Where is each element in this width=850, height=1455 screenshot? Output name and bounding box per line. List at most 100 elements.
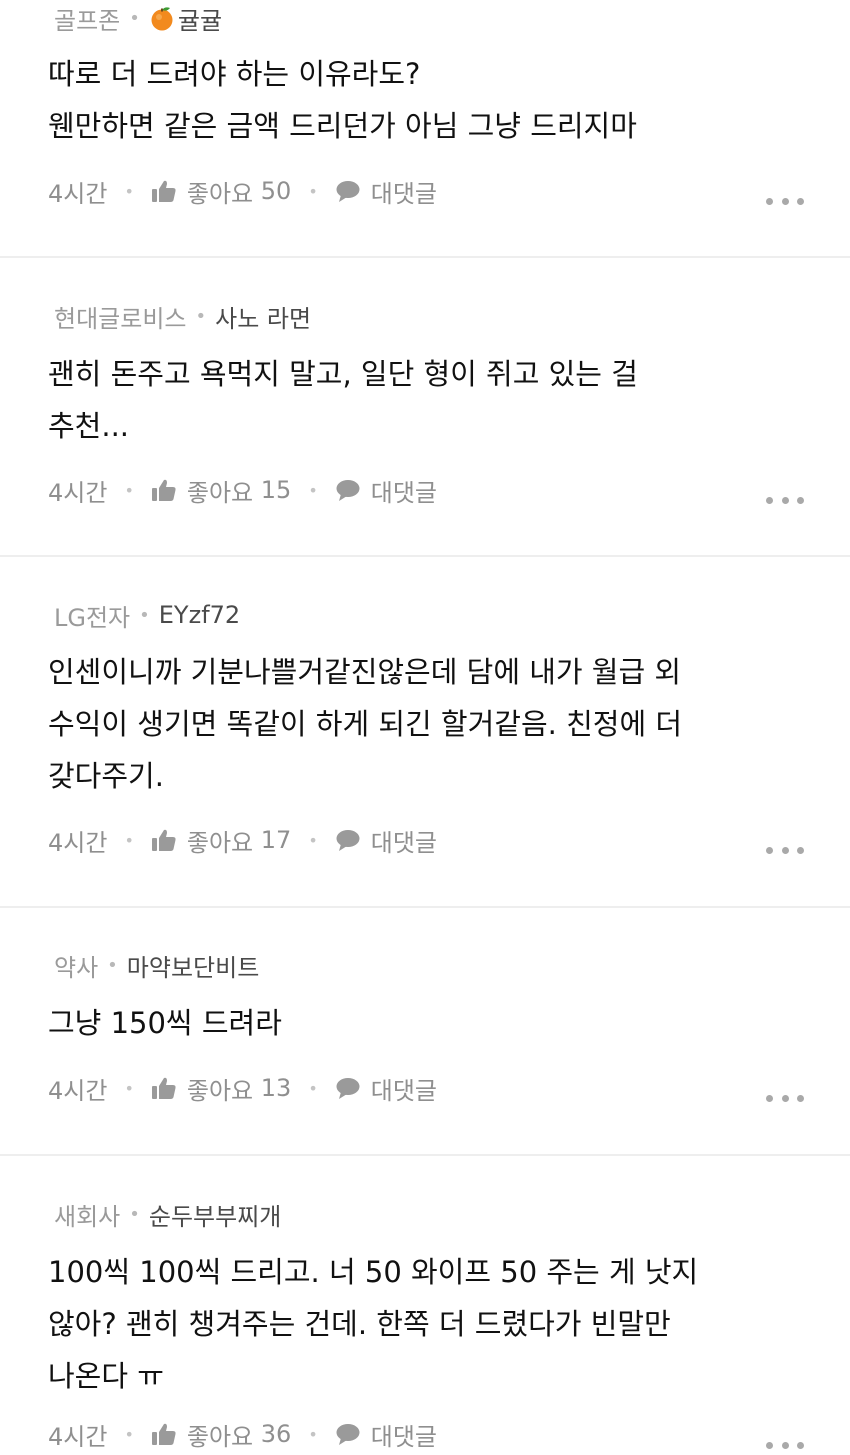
company-name: 새회사: [54, 1202, 121, 1231]
like-button[interactable]: 좋아요 36: [151, 1417, 291, 1452]
reply-button[interactable]: 대댓글: [335, 174, 437, 209]
comment-meta: 새회사 • 순두부부찌개: [54, 1196, 281, 1232]
comment-meta: 현대글로비스 • 사노 라면: [54, 298, 311, 334]
meta-separator: •: [195, 305, 207, 327]
action-separator: •: [308, 1078, 318, 1098]
action-separator: •: [124, 1424, 134, 1444]
comment-actions: 4시간 • 좋아요 17 • 대댓글: [48, 820, 437, 860]
company-name: 골프존: [54, 6, 121, 35]
reply-label: 대댓글: [370, 478, 437, 507]
comment-body: 따로 더 드려야 하는 이유라도? 웬만하면 같은 금액 드리던가 아님 그냥 …: [48, 48, 808, 152]
action-separator: •: [124, 181, 134, 201]
comment-divider: [0, 906, 850, 908]
like-button[interactable]: 좋아요 50: [151, 174, 291, 209]
speech-bubble-icon: [336, 181, 360, 202]
author-nickname[interactable]: EYzf72: [159, 601, 240, 629]
like-label: 좋아요: [186, 1076, 254, 1105]
author-nickname[interactable]: 마약보단비트: [127, 948, 259, 983]
nickname-label: 마약보단비트: [126, 953, 260, 982]
action-separator: •: [308, 181, 318, 201]
more-options-button[interactable]: [766, 1440, 804, 1450]
more-options-button[interactable]: [766, 196, 804, 206]
more-dots-icon: [766, 846, 773, 854]
comment-actions: 4시간 • 좋아요 36 • 대댓글: [48, 1414, 437, 1454]
meta-separator: •: [139, 604, 150, 626]
comment-line: 100씩 100씩 드리고. 너 50 와이프 50 주는 게 낫지: [48, 1255, 699, 1289]
comment-line: 괜히 돈주고 욕먹지 말고, 일단 형이 쥐고 있는 걸: [48, 357, 638, 391]
reply-button[interactable]: 대댓글: [335, 473, 437, 508]
reply-label: 대댓글: [370, 1076, 437, 1105]
author-nickname[interactable]: 귤귤: [149, 1, 222, 36]
more-dots-icon: [766, 197, 773, 205]
like-count: 50: [260, 177, 292, 205]
comment-line: 않아? 괜히 챙겨주는 건데. 한쪽 더 드렸다가 빈말만: [48, 1307, 671, 1341]
nickname-label: 사노 라면: [215, 304, 312, 333]
comment-line: 그냥 150씩 드려라: [48, 1006, 282, 1040]
like-count: 36: [260, 1420, 292, 1448]
comment-line: 나온다 ㅠ: [48, 1359, 164, 1393]
orange-emoji-icon: [151, 7, 173, 31]
author-nickname[interactable]: 사노 라면: [215, 299, 311, 334]
comment-time: 4시간: [48, 478, 108, 507]
thumbs-up-icon: [151, 1423, 176, 1445]
like-label: 좋아요: [186, 179, 254, 208]
action-separator: •: [124, 1078, 134, 1098]
like-label: 좋아요: [186, 828, 254, 857]
comment-meta: 골프존 • 귤귤: [54, 0, 222, 36]
comment-actions: 4시간 • 좋아요 13 • 대댓글: [48, 1068, 437, 1108]
more-options-button[interactable]: [766, 845, 804, 855]
like-label: 좋아요: [186, 1422, 254, 1451]
comment-body: 100씩 100씩 드리고. 너 50 와이프 50 주는 게 낫지 않아? 괜…: [48, 1246, 808, 1402]
more-dots-icon: [766, 1441, 773, 1449]
comment-actions: 4시간 • 좋아요 50 • 대댓글: [48, 171, 437, 211]
comment-actions: 4시간 • 좋아요 15 • 대댓글: [48, 470, 437, 510]
like-count: 13: [260, 1074, 292, 1102]
author-nickname[interactable]: 순두부부찌개: [149, 1197, 281, 1232]
nickname-label: EYzf72: [158, 601, 241, 629]
comment-time: 4시간: [48, 1076, 108, 1105]
nickname-label: 귤귤: [177, 6, 223, 35]
speech-bubble-icon: [336, 830, 360, 851]
comment-divider: [0, 256, 850, 258]
thumbs-up-icon: [151, 829, 176, 851]
like-button[interactable]: 좋아요 17: [151, 823, 291, 858]
comment-divider: [0, 1154, 850, 1156]
comment-line: 따로 더 드려야 하는 이유라도?: [48, 57, 421, 91]
company-name: 약사: [54, 953, 99, 982]
comment-time: 4시간: [48, 179, 108, 208]
thumbs-up-icon: [151, 1077, 176, 1099]
thumbs-up-icon: [151, 479, 176, 501]
action-separator: •: [124, 830, 134, 850]
comment-body: 괜히 돈주고 욕먹지 말고, 일단 형이 쥐고 있는 걸 추천...: [48, 348, 808, 452]
comment-line: 갖다주기.: [48, 759, 164, 793]
more-options-button[interactable]: [766, 1093, 804, 1103]
action-separator: •: [308, 1424, 318, 1444]
comment-line: 웬만하면 같은 금액 드리던가 아님 그냥 드리지마: [48, 109, 637, 143]
comment-body: 인센이니까 기분나쁠거같진않은데 담에 내가 월급 외 수익이 생기면 똑같이 …: [48, 646, 808, 802]
meta-separator: •: [129, 7, 140, 29]
reply-label: 대댓글: [370, 179, 437, 208]
action-separator: •: [308, 480, 318, 500]
action-separator: •: [124, 480, 134, 500]
reply-button[interactable]: 대댓글: [335, 1071, 437, 1106]
like-button[interactable]: 좋아요 15: [151, 473, 291, 508]
like-count: 17: [260, 826, 292, 854]
more-dots-icon: [766, 496, 773, 504]
comment-time: 4시간: [48, 1422, 108, 1451]
more-options-button[interactable]: [766, 495, 804, 505]
meta-separator: •: [129, 1203, 140, 1225]
comment-line: 수익이 생기면 똑같이 하게 되긴 할거같음. 친정에 더: [48, 707, 683, 741]
thumbs-up-icon: [151, 180, 176, 202]
reply-button[interactable]: 대댓글: [335, 1417, 437, 1452]
comment-line: 추천...: [48, 409, 130, 443]
nickname-label: 순두부부찌개: [148, 1202, 282, 1231]
speech-bubble-icon: [336, 1078, 360, 1099]
comment-time: 4시간: [48, 828, 108, 857]
reply-label: 대댓글: [370, 828, 437, 857]
like-label: 좋아요: [186, 478, 254, 507]
like-button[interactable]: 좋아요 13: [151, 1071, 291, 1106]
reply-button[interactable]: 대댓글: [335, 823, 437, 858]
company-name: LG전자: [54, 603, 131, 632]
comment-meta: 약사 • 마약보단비트: [54, 947, 259, 983]
action-separator: •: [308, 830, 318, 850]
